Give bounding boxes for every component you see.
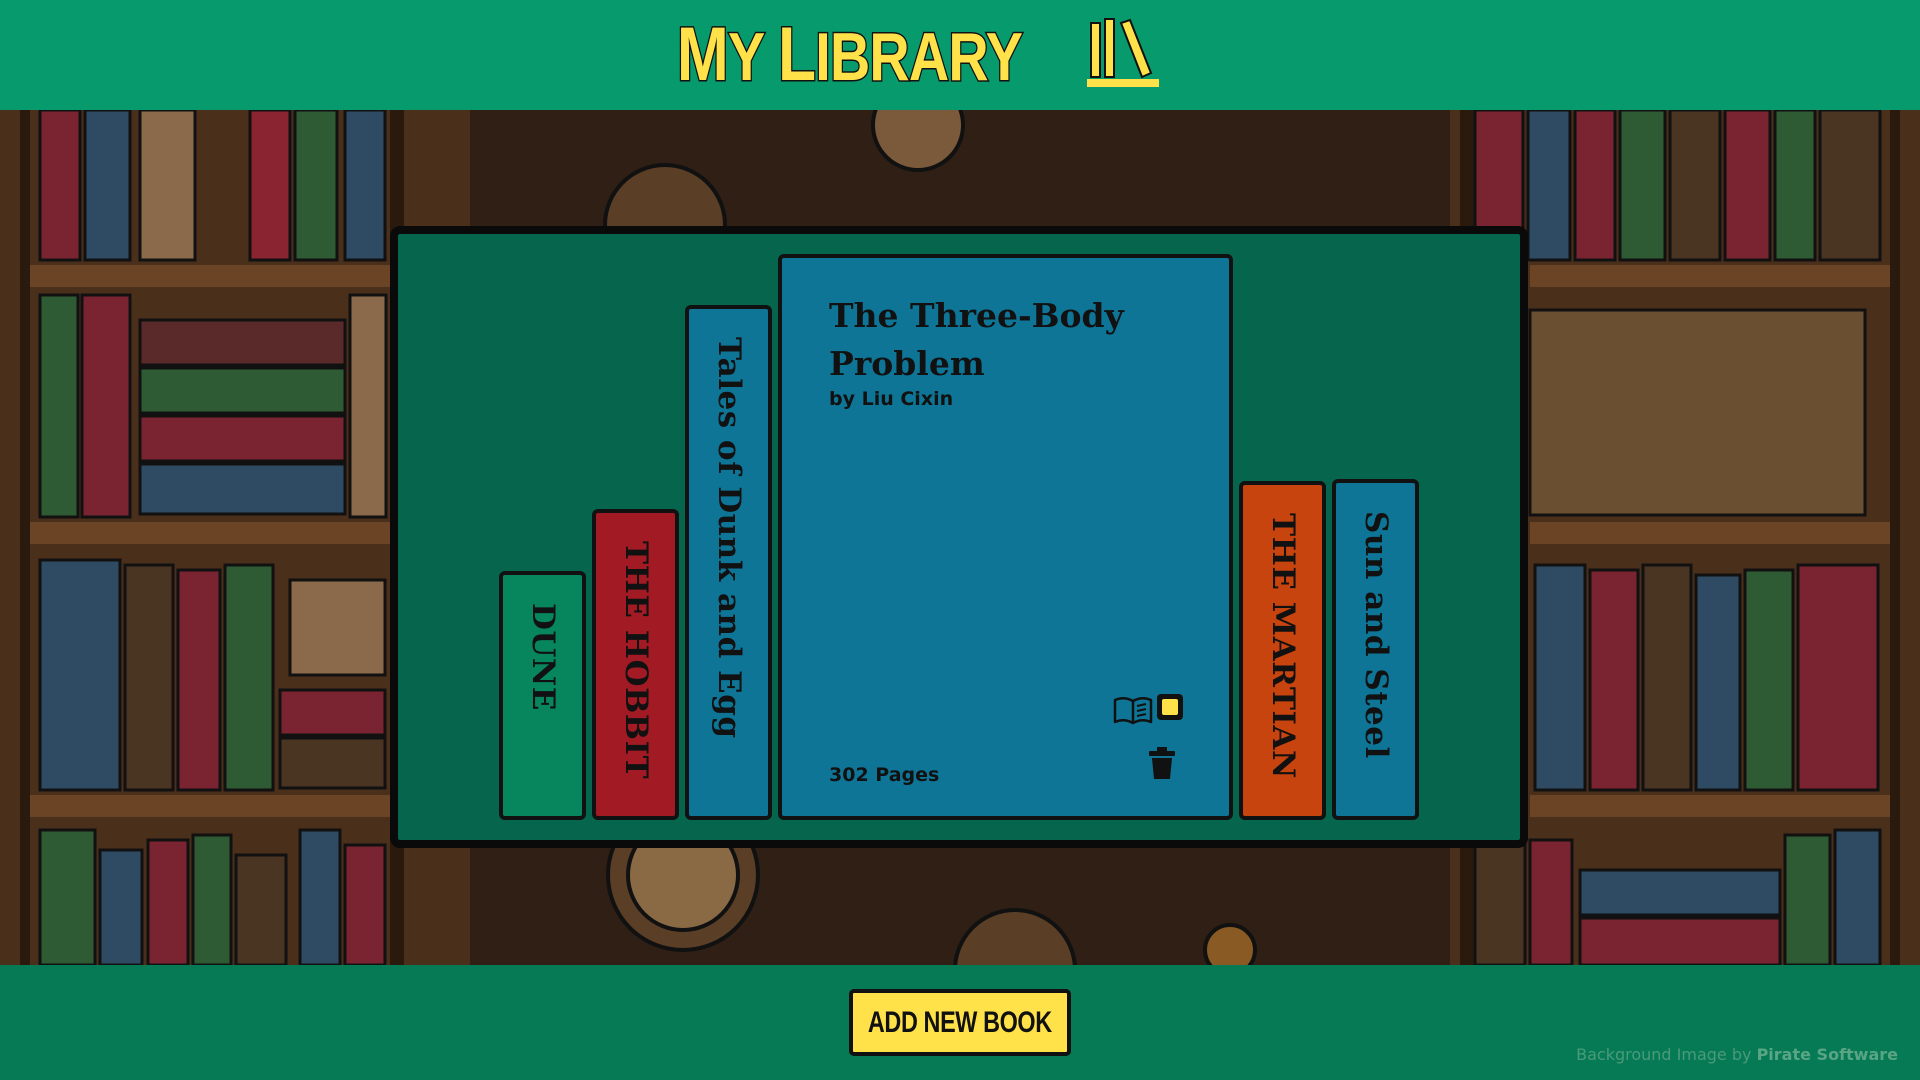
book-card-three-body-problem[interactable]: The Three-Body Problem by Liu Cixin 302 … xyxy=(778,254,1233,820)
book-spine-the-martian[interactable]: The Martian xyxy=(1239,481,1326,820)
book-spine-dune[interactable]: Dune xyxy=(499,571,586,820)
header: My Library xyxy=(0,0,1920,110)
credit-author-link[interactable]: Pirate Software xyxy=(1757,1045,1898,1064)
book-spine-title: The Martian xyxy=(1265,513,1301,779)
book-title: The Three-Body Problem xyxy=(829,296,1124,383)
book-spine-sun-and-steel[interactable]: Sun and Steel xyxy=(1332,479,1419,820)
read-status-checkbox[interactable] xyxy=(1157,694,1183,720)
title-rest-library: ibrary xyxy=(814,19,1024,95)
open-book-icon xyxy=(1113,694,1153,726)
credit-prefix: Background Image by xyxy=(1576,1045,1752,1064)
trash-icon[interactable] xyxy=(1148,746,1176,780)
book-author: by Liu Cixin xyxy=(829,388,954,410)
app-title-group: My Library xyxy=(639,15,1162,95)
title-rest-my: y xyxy=(726,19,765,95)
book-spine-title: Sun and Steel xyxy=(1358,511,1394,759)
library-books-icon xyxy=(1085,15,1161,95)
read-status-checkbox-fill xyxy=(1162,699,1178,715)
add-new-book-label: Add New Book xyxy=(868,1005,1052,1039)
background-credit: Background Image by Pirate Software xyxy=(1576,1045,1898,1064)
title-letter-l: L xyxy=(776,12,817,97)
add-new-book-button[interactable]: Add New Book xyxy=(849,989,1071,1056)
book-spine-title: Tales of Dunk and Egg xyxy=(711,337,747,739)
book-spine-tales-of-dunk-and-egg[interactable]: Tales of Dunk and Egg xyxy=(685,305,772,820)
book-spine-title: Dune xyxy=(525,603,561,711)
book-page-count: 302 Pages xyxy=(829,764,940,786)
title-letter-m: M xyxy=(675,12,729,97)
book-spine-title: The Hobbit xyxy=(618,541,654,780)
app-title: My Library xyxy=(675,15,1024,95)
book-spine-the-hobbit[interactable]: The Hobbit xyxy=(592,509,679,820)
